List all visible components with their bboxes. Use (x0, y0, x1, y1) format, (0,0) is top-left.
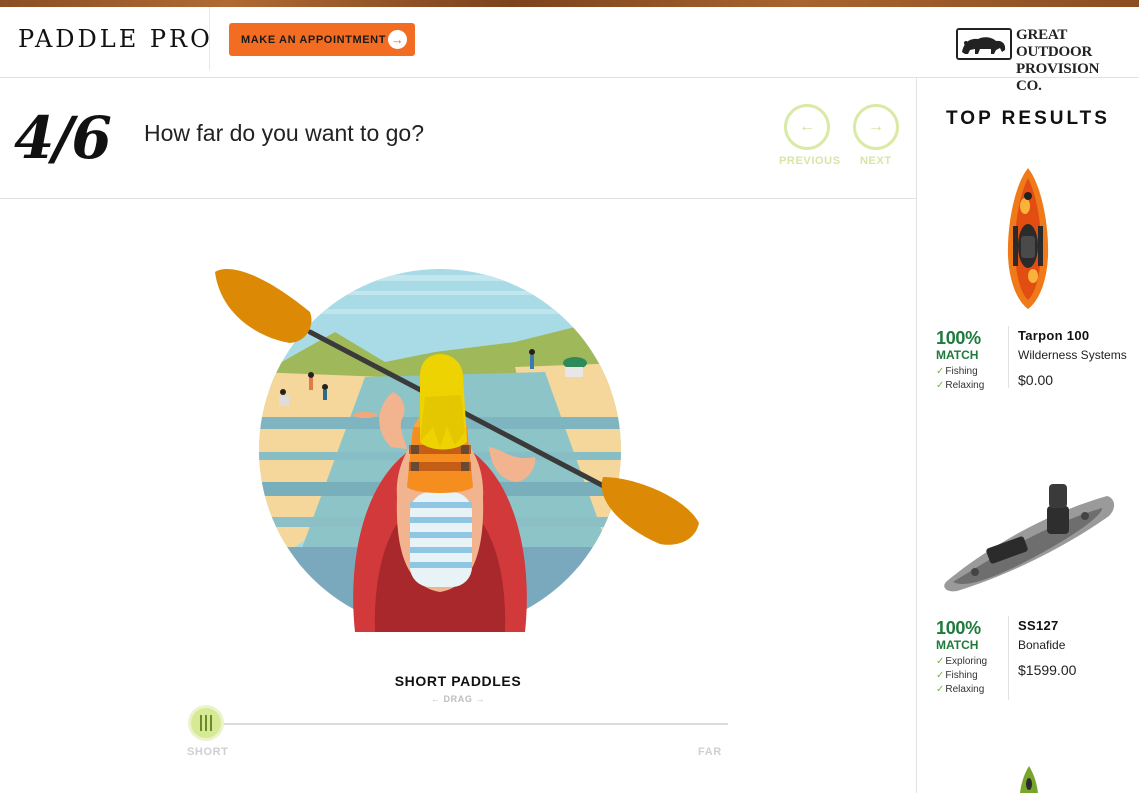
check-icon: ✓ (936, 366, 945, 377)
top-results-sidebar: TOP RESULTS 100% MATCH ✓Fishing ✓Relaxin… (917, 78, 1139, 793)
slider-max-label: FAR (698, 746, 722, 758)
match-label: MATCH (936, 638, 979, 652)
result-divider (1008, 616, 1009, 700)
grip-icon (210, 715, 212, 731)
appointment-label: MAKE AN APPOINTMENT (241, 33, 387, 46)
previous-label: PREVIOUS (779, 155, 841, 167)
match-percentage: 100% (936, 328, 981, 348)
match-label: MATCH (936, 348, 979, 362)
previous-button[interactable]: ← (784, 104, 830, 150)
check-icon: ✓ (936, 684, 945, 695)
great-outdoor-brand-logo[interactable]: GREAT OUTDOOR PROVISION CO. (956, 27, 1121, 94)
kayak-image-ss127 (944, 484, 1115, 592)
question-text: How far do you want to go? (144, 120, 424, 146)
wood-banner (0, 0, 1139, 7)
check-icon: ✓ (936, 380, 945, 391)
result-divider (1008, 326, 1009, 388)
next-label: NEXT (860, 155, 892, 167)
drag-hint: ← DRAG → (430, 694, 486, 704)
check-icon: ✓ (936, 670, 945, 681)
header-divider (209, 7, 210, 70)
product-name: SS127 (1018, 618, 1059, 633)
step-counter: 4/6 (14, 104, 112, 172)
match-percentage: 100% (936, 618, 981, 638)
site-header: PADDLE PRO MAKE AN APPOINTMENT → GREAT O… (0, 7, 1139, 94)
distance-slider-track[interactable] (206, 723, 728, 725)
question-bar: 4/6 How far do you want to go? ← PREVIOU… (0, 78, 917, 199)
product-name: Tarpon 100 (1018, 328, 1090, 343)
activity-tag: ✓Relaxing (936, 684, 985, 695)
product-price: $0.00 (1018, 372, 1054, 388)
arrow-right-icon: → (388, 30, 407, 49)
arrow-left-icon: ← (799, 118, 815, 135)
make-appointment-button[interactable]: MAKE AN APPOINTMENT → (229, 23, 415, 56)
grip-icon (205, 715, 207, 731)
paddle-pro-logo[interactable]: PADDLE PRO (18, 25, 213, 53)
kayaker-illustration (215, 268, 699, 632)
kayak-image-tarpon-100 (1007, 168, 1049, 309)
arrow-right-icon: → (868, 118, 884, 135)
product-brand: Wilderness Systems (1018, 348, 1127, 362)
quiz-main: 4/6 How far do you want to go? ← PREVIOU… (0, 78, 917, 793)
brand-line-1: GREAT OUTDOOR (1016, 27, 1093, 60)
next-button[interactable]: → (853, 104, 899, 150)
bison-logo-icon (956, 28, 1012, 60)
slider-min-label: SHORT (187, 746, 229, 758)
activity-tag: ✓Exploring (936, 656, 988, 667)
slider-value-label: SHORT PADDLES (394, 673, 522, 689)
top-results-title: TOP RESULTS (946, 108, 1110, 129)
activity-tag: ✓Fishing (936, 366, 978, 377)
result-card[interactable]: 100% MATCH ✓Exploring ✓Fishing ✓Relaxing… (917, 476, 1139, 706)
product-price: $1599.00 (1018, 662, 1077, 678)
product-brand: Bonafide (1018, 638, 1066, 652)
activity-tag: ✓Relaxing (936, 380, 985, 391)
activity-tag: ✓Fishing (936, 670, 978, 681)
distance-slider-handle[interactable] (188, 705, 224, 741)
check-icon: ✓ (936, 656, 945, 667)
grip-icon (200, 715, 202, 731)
kayak-image-partial[interactable] (1018, 766, 1040, 793)
result-card[interactable]: 100% MATCH ✓Fishing ✓Relaxing Tarpon 100… (917, 166, 1139, 406)
